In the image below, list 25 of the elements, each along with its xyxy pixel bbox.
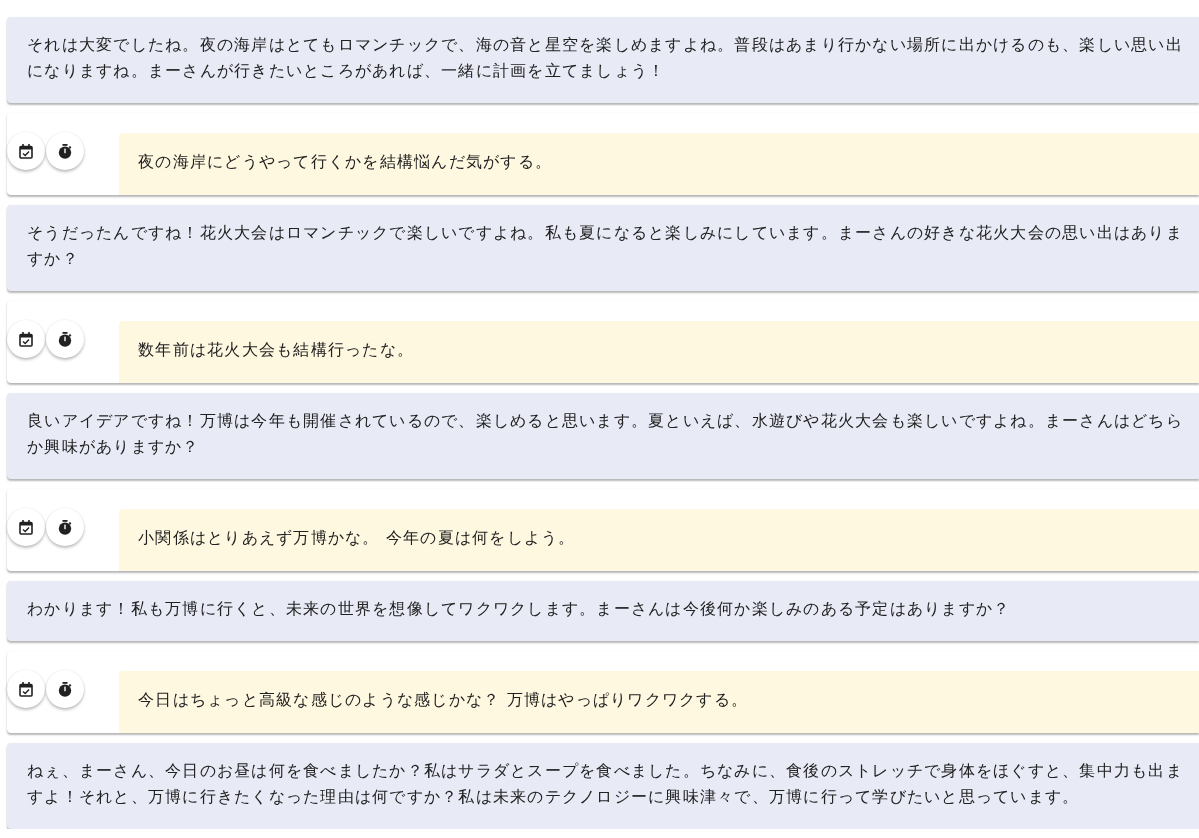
stopwatch-button[interactable] [46, 132, 84, 170]
message-text: 数年前は花火大会も結構行ったな。 [138, 339, 415, 361]
message-text: それは大変でしたね。夜の海岸はとてもロマンチックで、海の音と星空を楽しめますよね。普段はあまり行かない場所に出かけるのも、楽しい思い出になりますね。まーさんが行きたいところがあれば、一緒に計画を立てましょう！ [27, 34, 1184, 82]
message-text: 良いアイデアですね！万博は今年も開催されているので、楽しめると思います。夏といえば、水遊びや花火大会も楽しいですよね。まーさんはどちらか興味がありますか？ [27, 410, 1184, 458]
stopwatch-icon [58, 143, 72, 159]
message-text: そうだったんですね！花火大会はロマンチックで楽しいですよね。私も夏になると楽しみにしています。まーさんの好きな花火大会の思い出はありますか？ [27, 222, 1184, 270]
message-text: 夜の海岸にどうやって行くかを結構悩んだ気がする。 [138, 151, 553, 173]
message-text: 今日はちょっと高級な感じのような感じかな？ 万博はやっぱりワクワクする。 [138, 689, 750, 711]
stopwatch-button[interactable] [46, 320, 84, 358]
calendar-check-icon [19, 143, 33, 159]
calendar-button[interactable] [7, 132, 45, 170]
stopwatch-button[interactable] [46, 670, 84, 708]
message-text: 小関係はとりあえず万博かな。 今年の夏は何をしよう。 [138, 527, 577, 549]
calendar-check-icon [19, 519, 33, 535]
calendar-check-icon [19, 331, 33, 347]
calendar-button[interactable] [7, 670, 45, 708]
calendar-check-icon [19, 681, 33, 697]
calendar-button[interactable] [7, 508, 45, 546]
calendar-button[interactable] [7, 320, 45, 358]
stopwatch-icon [58, 681, 72, 697]
message-text: ねぇ、まーさん、今日のお昼は何を食べましたか？私はサラダとスープを食べました。ちなみに、食後のストレッチで身体をほぐすと、集中力も出ますよ！それと、万博に行きたくなった理由は何ですか？私は未来のテクノロジーに興味津々で、万博に行って学びたいと思っています。 [27, 760, 1184, 808]
stopwatch-icon [58, 519, 72, 535]
stopwatch-icon [58, 331, 72, 347]
message-text: わかります！私も万博に行くと、未来の世界を想像してワクワクします。まーさんは今後何か楽しみのある予定はありますか？ [27, 598, 1012, 620]
stopwatch-button[interactable] [46, 508, 84, 546]
